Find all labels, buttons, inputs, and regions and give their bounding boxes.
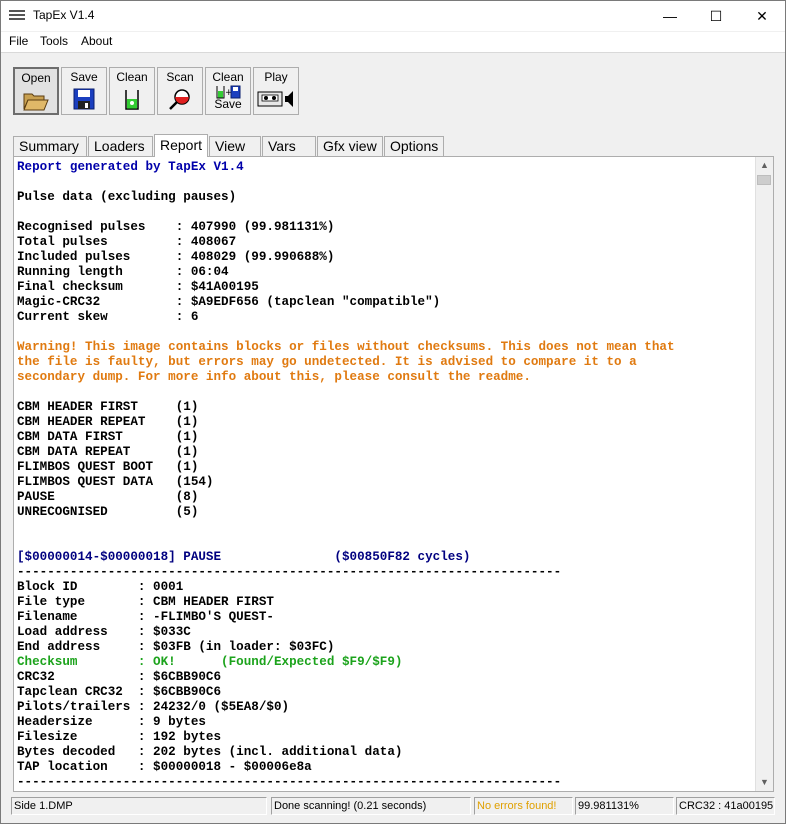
file-count-row: CBM HEADER FIRST (1) <box>17 400 199 414</box>
status-crc: CRC32 : 41a00195 <box>676 797 775 815</box>
tape-speaker-icon <box>257 91 293 107</box>
minimize-button[interactable]: — <box>647 1 693 31</box>
pause-block-line: [$00000014-$00000018] PAUSE ($00850F82 c… <box>17 550 471 564</box>
save-label: Save <box>70 70 98 84</box>
floppy-disk-icon <box>73 88 95 110</box>
clean-save-label-bottom: Save <box>214 97 242 111</box>
pulse-stat-row: Running length : 06:04 <box>17 265 229 279</box>
separator-line: ----------------------------------------… <box>17 775 562 789</box>
tab-summary[interactable]: Summary <box>13 136 87 156</box>
clean-save-button[interactable]: Clean + Save <box>205 67 251 115</box>
tab-loaders[interactable]: Loaders <box>88 136 153 156</box>
block-detail-row: Filename : -FLIMBO'S QUEST- <box>17 610 274 624</box>
file-count-row: FLIMBOS QUEST DATA (154) <box>17 475 214 489</box>
tab-report[interactable]: Report <box>154 134 208 157</box>
status-message: Done scanning! (0.21 seconds) <box>271 797 471 815</box>
play-label: Play <box>264 70 288 84</box>
tab-vars[interactable]: Vars <box>262 136 316 156</box>
block-detail-row: Bytes decoded : 202 bytes (incl. additio… <box>17 745 403 759</box>
scan-button[interactable]: Scan <box>157 67 203 115</box>
tab-view[interactable]: View <box>209 136 261 156</box>
file-count-row: CBM DATA REPEAT (1) <box>17 445 199 459</box>
green-beaker-icon <box>125 90 139 110</box>
status-errors: No errors found! <box>474 797 573 815</box>
open-button[interactable]: Open <box>13 67 59 115</box>
warning-line: the file is faulty, but errors may go un… <box>17 355 637 369</box>
pulse-stat-row: Total pulses : 408067 <box>17 235 237 249</box>
separator-line: ----------------------------------------… <box>17 565 562 579</box>
pulse-stat-row: Magic-CRC32 : $A9EDF656 (tapclean "compa… <box>17 295 441 309</box>
checksum-row: Checksum : OK! (Found/Expected $F9/$F9) <box>17 655 403 669</box>
menu-about[interactable]: About <box>81 34 112 48</box>
block-detail-row: Pilots/trailers : 24232/0 ($5EA8/$0) <box>17 700 290 714</box>
status-percent: 99.981131% <box>575 797 674 815</box>
block-detail-row: Tapclean CRC32 : $6CBB90C6 <box>17 685 222 699</box>
open-label: Open <box>21 71 51 85</box>
block-detail-row: Headersize : 9 bytes <box>17 715 206 729</box>
clean-label: Clean <box>116 70 148 84</box>
app-icon <box>9 10 25 20</box>
block-detail-row: CRC32 : $6CBB90C6 <box>17 670 222 684</box>
scroll-thumb[interactable] <box>757 175 771 185</box>
save-button[interactable]: Save <box>61 67 107 115</box>
warning-line: secondary dump. For more info about this… <box>17 370 531 384</box>
scan-label: Scan <box>166 70 194 84</box>
close-button[interactable]: ✕ <box>739 1 785 31</box>
pulse-heading: Pulse data (excluding pauses) <box>17 190 237 204</box>
tab-gfx-view[interactable]: Gfx view <box>317 136 383 156</box>
block-detail-row: Filesize : 192 bytes <box>17 730 222 744</box>
magnifier-icon <box>169 89 190 110</box>
window-title: TapEx V1.4 <box>33 8 95 22</box>
scroll-down-arrow-icon[interactable]: ▼ <box>756 774 773 791</box>
block-detail-row: Load address : $033C <box>17 625 191 639</box>
block-detail-row: End address : $03FB (in loader: $03FC) <box>17 640 335 654</box>
block-detail-row: TAP location : $00000018 - $00006e8a <box>17 760 312 774</box>
play-button[interactable]: Play <box>253 67 299 115</box>
pulse-stat-row: Recognised pulses : 407990 (99.981131%) <box>17 220 335 234</box>
menu-bar: File Tools About <box>1 32 785 53</box>
file-count-row: PAUSE (8) <box>17 490 199 504</box>
menu-file[interactable]: File <box>9 34 28 48</box>
pulse-stat-row: Included pulses : 408029 (99.990688%) <box>17 250 335 264</box>
pulse-stat-row: Current skew : 6 <box>17 310 199 324</box>
block-detail-row: File type : CBM HEADER FIRST <box>17 595 274 609</box>
file-count-row: CBM DATA FIRST (1) <box>17 430 199 444</box>
pulse-stat-row: Final checksum : $41A00195 <box>17 280 259 294</box>
clean-button[interactable]: Clean <box>109 67 155 115</box>
status-file: Side 1.DMP <box>11 797 267 815</box>
open-folder-icon <box>23 93 49 111</box>
scroll-up-arrow-icon[interactable]: ▲ <box>756 157 773 174</box>
report-content: Report generated by TapEx V1.4 Pulse dat… <box>17 160 675 790</box>
report-header: Report generated by TapEx V1.4 <box>17 160 244 174</box>
tab-options[interactable]: Options <box>384 136 444 156</box>
clean-save-label-top: Clean <box>212 70 244 84</box>
app-window: TapEx V1.4 — ☐ ✕ File Tools About Open S… <box>0 0 786 824</box>
menu-tools[interactable]: Tools <box>40 34 68 48</box>
maximize-button[interactable]: ☐ <box>693 1 739 31</box>
file-count-row: UNRECOGNISED (5) <box>17 505 199 519</box>
file-count-row: CBM HEADER REPEAT (1) <box>17 415 199 429</box>
file-count-row: FLIMBOS QUEST BOOT (1) <box>17 460 199 474</box>
report-text-area[interactable]: Report generated by TapEx V1.4 Pulse dat… <box>13 156 774 792</box>
block-detail-row: Block ID : 0001 <box>17 580 184 594</box>
vertical-scrollbar[interactable]: ▲ ▼ <box>755 157 773 791</box>
title-bar: TapEx V1.4 — ☐ ✕ <box>1 1 785 31</box>
warning-line: Warning! This image contains blocks or f… <box>17 340 675 354</box>
